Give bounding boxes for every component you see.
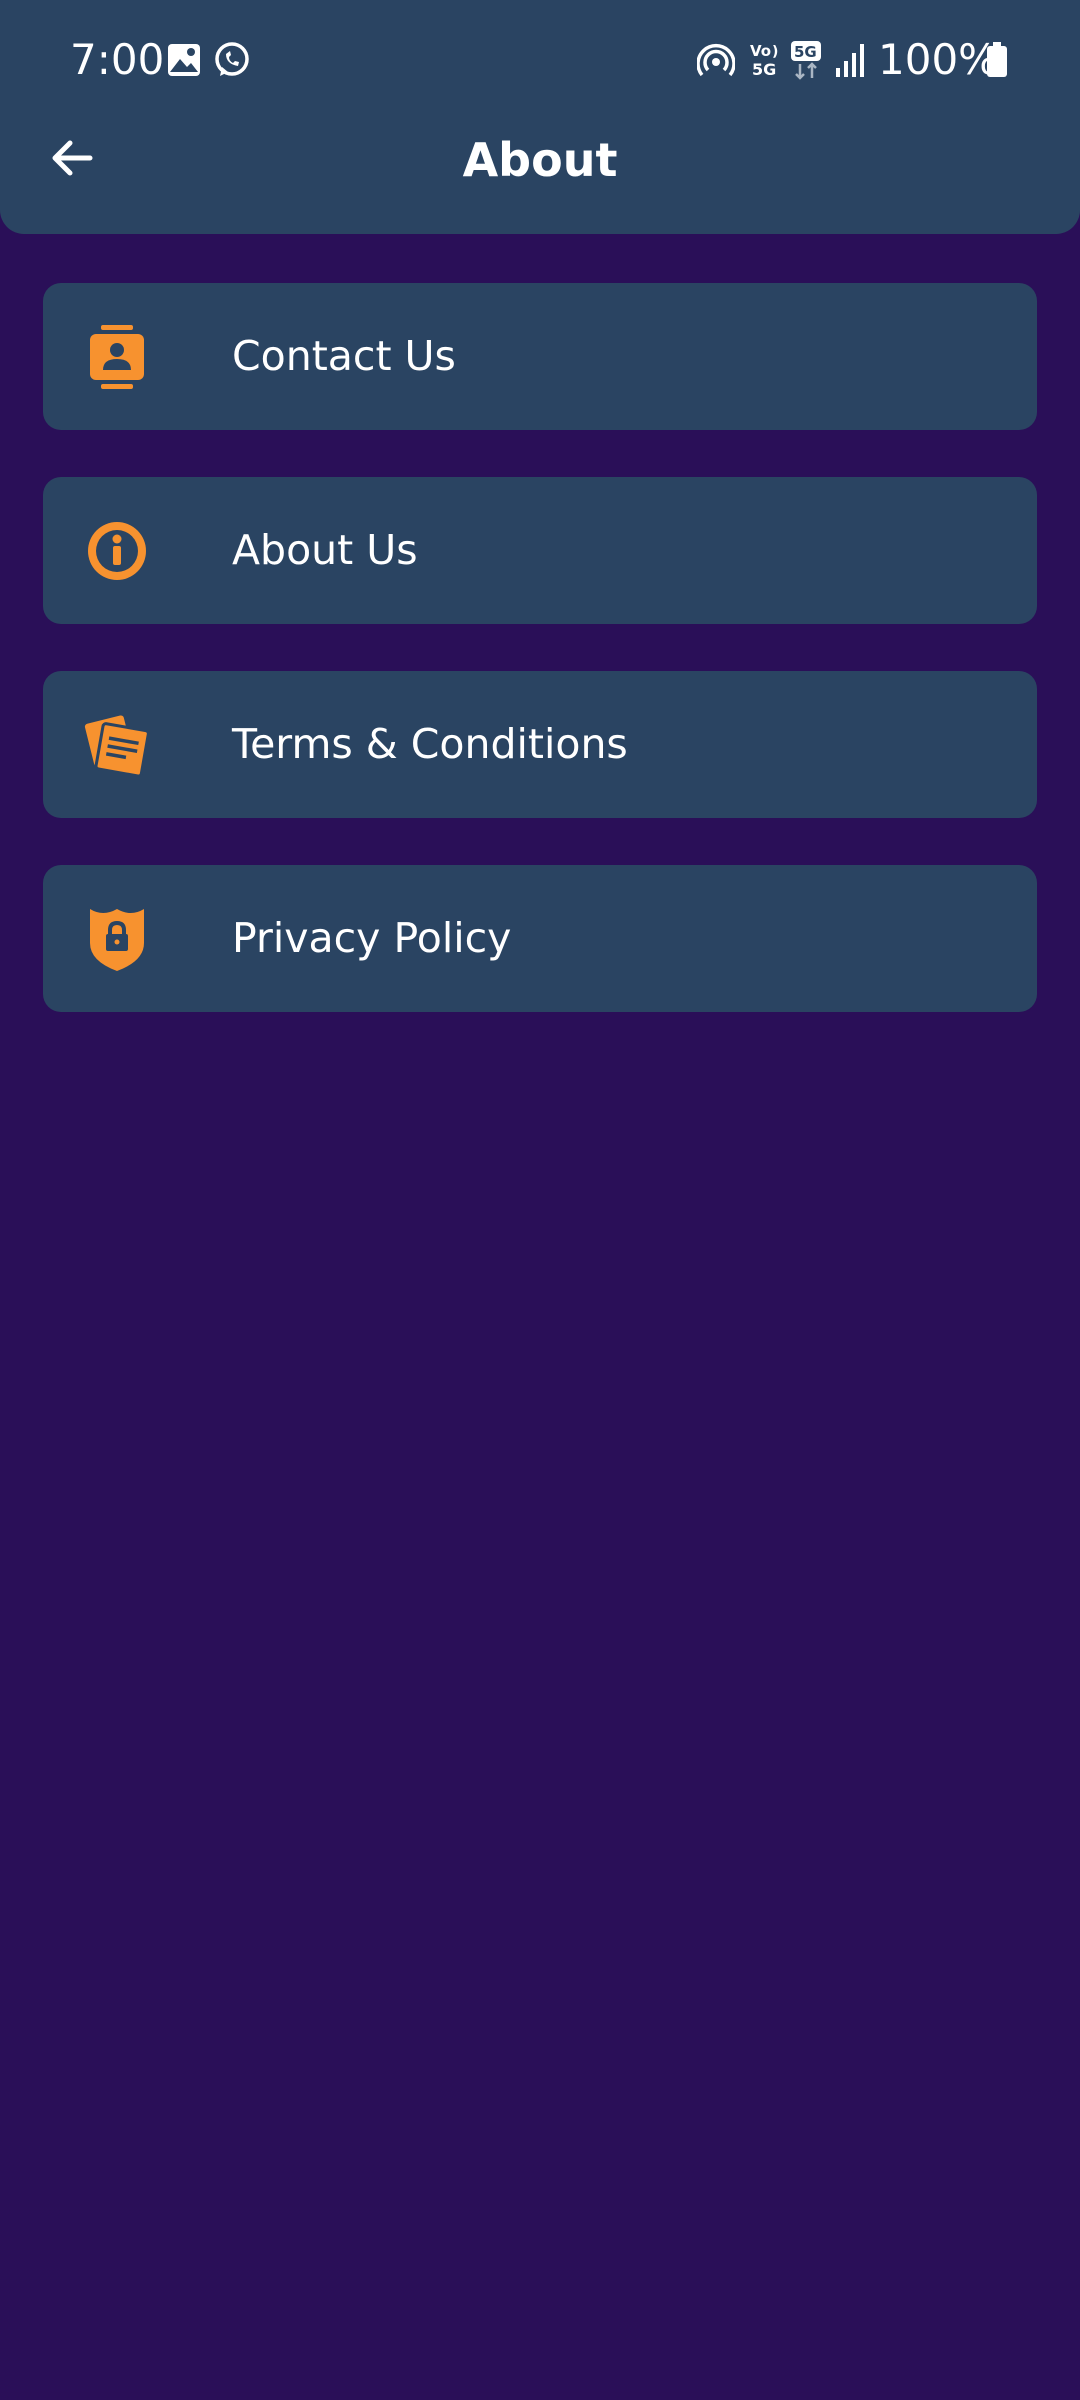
volte-icon: Vo ) 5G — [748, 40, 784, 84]
menu-item-terms-conditions[interactable]: Terms & Conditions — [43, 671, 1037, 818]
signal-icon — [834, 42, 866, 82]
whatsapp-icon — [212, 40, 252, 84]
status-time: 7:00 — [70, 35, 165, 84]
app-bar: 7:00 Vo ) 5G 5G 100% About — [0, 0, 1080, 234]
menu-item-label: Privacy Policy — [232, 914, 512, 962]
toolbar: About — [0, 120, 1080, 200]
svg-text:): ) — [772, 44, 778, 60]
svg-text:5G: 5G — [794, 43, 817, 61]
status-bar: 7:00 Vo ) 5G 5G 100% — [0, 0, 1080, 120]
battery-percentage: 100% — [878, 35, 999, 84]
svg-text:5G: 5G — [752, 60, 776, 79]
gallery-icon — [166, 42, 202, 82]
notes-icon — [83, 711, 151, 779]
menu-item-about-us[interactable]: About Us — [43, 477, 1037, 624]
info-icon — [83, 517, 151, 585]
page-title: About — [462, 133, 618, 187]
svg-text:Vo: Vo — [750, 42, 771, 60]
menu-list: Contact Us About Us Terms & Conditions P… — [43, 283, 1037, 1059]
battery-icon — [986, 42, 1008, 82]
menu-item-privacy-policy[interactable]: Privacy Policy — [43, 865, 1037, 1012]
menu-item-label: Contact Us — [232, 332, 456, 380]
contact-card-icon — [83, 323, 151, 391]
5g-icon: 5G — [790, 40, 824, 84]
menu-item-label: Terms & Conditions — [232, 720, 628, 768]
menu-item-contact-us[interactable]: Contact Us — [43, 283, 1037, 430]
hotspot-icon — [696, 42, 736, 82]
shield-lock-icon — [83, 905, 151, 973]
menu-item-label: About Us — [232, 526, 418, 574]
